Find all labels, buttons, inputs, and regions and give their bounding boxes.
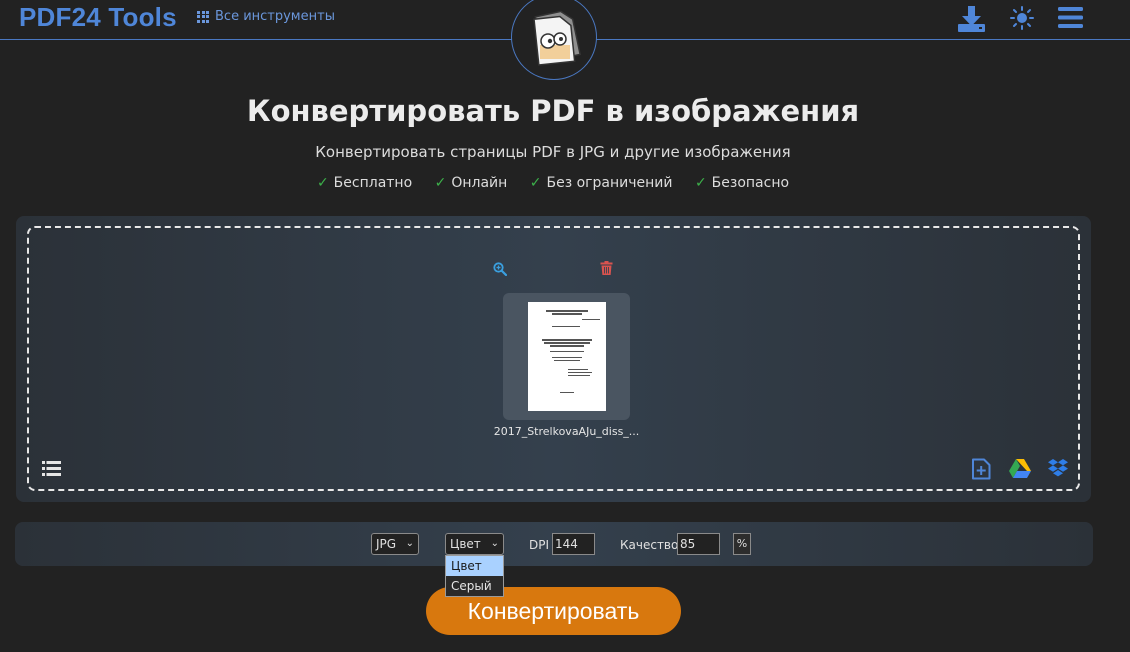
quality-unit: % <box>733 533 751 555</box>
download-icon[interactable] <box>957 5 986 37</box>
color-mode-select[interactable]: Цвет ⌄ <box>445 533 504 555</box>
google-drive-icon[interactable] <box>1009 459 1031 482</box>
page-title: Конвертировать PDF в изображения <box>246 94 860 128</box>
zoom-icon[interactable] <box>493 261 508 280</box>
all-tools-label: Все инструменты <box>215 9 335 24</box>
conversion-options-bar: JPG ⌄ Цвет ⌄ DPI 144 Качество 85 % <box>15 522 1093 566</box>
pdf-page-thumbnail <box>528 302 606 411</box>
list-view-icon[interactable] <box>42 461 61 480</box>
check-icon: ✓ <box>694 175 707 191</box>
quality-input[interactable]: 85 <box>677 533 720 555</box>
pdf-image-logo-graphic <box>533 10 582 66</box>
dropdown-option-color[interactable]: Цвет <box>446 556 503 576</box>
dropzone-border[interactable]: 2017_StrelkovaAJu_diss_... <box>27 226 1080 491</box>
file-thumbnail-card[interactable] <box>503 293 630 420</box>
theme-toggle-icon[interactable] <box>1010 6 1034 34</box>
file-name-label: 2017_StrelkovaAJu_diss_... <box>493 425 640 438</box>
feature-item: ✓ Без ограничений <box>529 175 673 191</box>
dpi-label: DPI <box>529 538 550 552</box>
pdf-image-logo <box>511 0 597 80</box>
file-dropzone[interactable]: 2017_StrelkovaAJu_diss_... <box>16 216 1091 502</box>
feature-item: ✓ Безопасно <box>694 175 790 191</box>
grid-icon <box>197 10 209 23</box>
add-file-icon[interactable] <box>971 458 991 484</box>
check-icon: ✓ <box>529 175 542 191</box>
format-select[interactable]: JPG ⌄ <box>371 533 419 555</box>
dpi-input[interactable]: 144 <box>552 533 595 555</box>
feature-item: ✓ Онлайн <box>434 175 508 191</box>
feature-list: ✓ Бесплатно ✓ Онлайн ✓ Без ограничений ✓ Без… <box>0 175 1106 191</box>
chevron-down-icon: ⌄ <box>405 538 414 549</box>
all-tools-link[interactable]: Все инструменты <box>197 9 335 24</box>
menu-icon[interactable] <box>1058 7 1083 32</box>
page-subtitle: Конвертировать страницы PDF в JPG и друг… <box>315 143 791 161</box>
color-mode-dropdown-list[interactable]: Цвет Серый <box>445 555 504 597</box>
chevron-down-icon: ⌄ <box>490 538 499 549</box>
dropbox-icon[interactable] <box>1047 459 1069 483</box>
quality-label: Качество <box>620 538 679 552</box>
check-icon: ✓ <box>316 175 329 191</box>
dropdown-option-gray[interactable]: Серый <box>446 576 503 596</box>
brand-logo[interactable]: PDF24 Tools <box>19 2 177 33</box>
check-icon: ✓ <box>434 175 447 191</box>
feature-item: ✓ Бесплатно <box>316 175 413 191</box>
trash-icon[interactable] <box>600 260 613 279</box>
